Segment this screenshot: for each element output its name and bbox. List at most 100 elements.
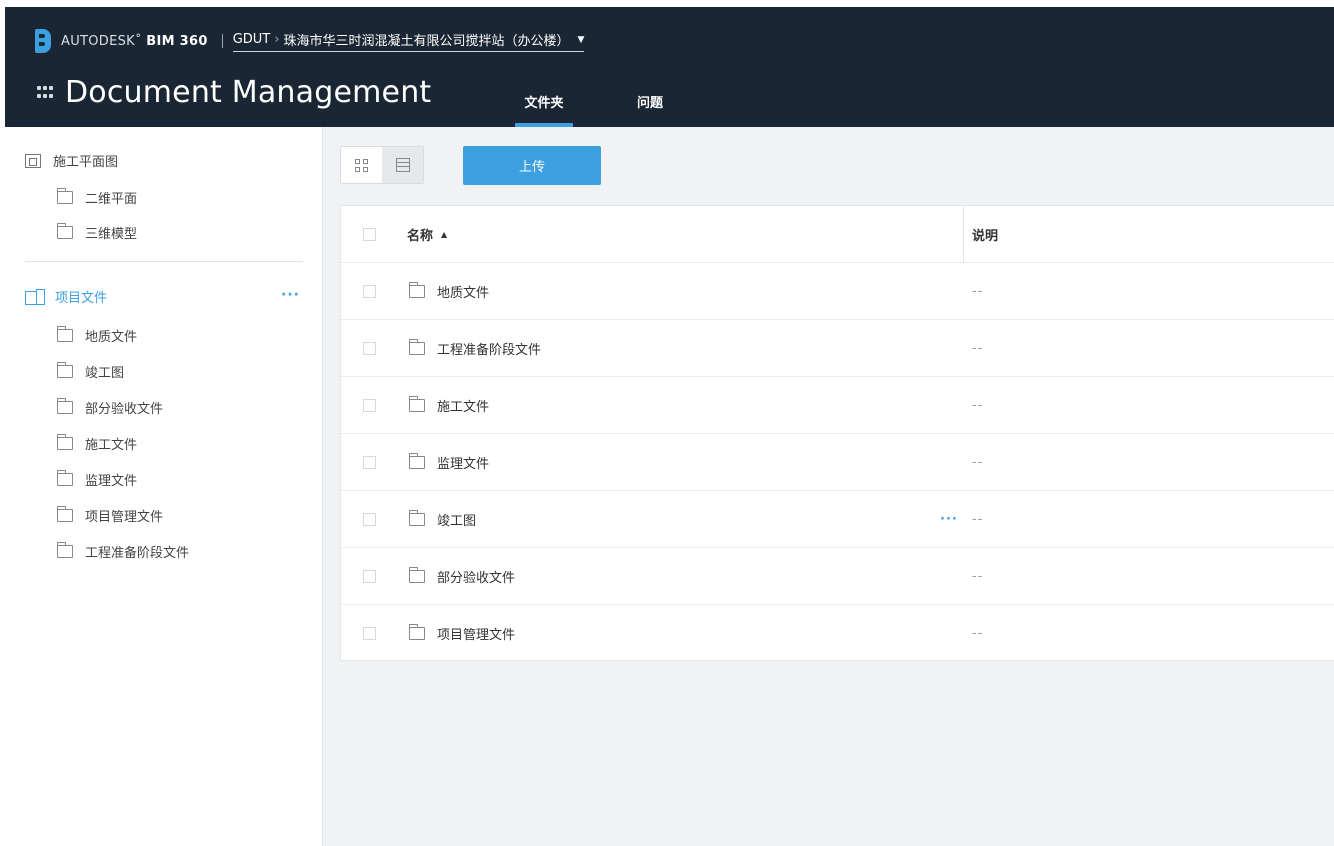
app-title: Document Management [65,75,432,110]
folder-icon [57,470,73,486]
row-checkbox[interactable] [363,569,376,583]
brand-divider [221,34,223,48]
row-name[interactable]: 竣工图 [409,509,476,529]
tree-item-label: 竣工图 [85,366,125,381]
brand-mark: ˚ [134,33,142,49]
table-row[interactable]: 工程准备阶段文件 -- [341,320,1334,377]
sheet-icon [25,153,41,168]
breadcrumb-account[interactable]: GDUT [233,32,271,47]
select-all-checkbox[interactable] [363,228,376,241]
tree-item-geology[interactable]: 地质文件 [57,326,137,345]
folder-icon [57,223,73,239]
row-name[interactable]: 监理文件 [409,452,490,472]
row-name[interactable]: 项目管理文件 [409,624,515,643]
table-row[interactable]: 地质文件 -- [341,263,1334,320]
row-checkbox[interactable] [363,455,376,469]
row-checkbox[interactable] [363,341,376,355]
table-row[interactable]: 竣工图 ··· -- [341,491,1334,548]
column-header-name[interactable]: 名称 ▲ [407,225,447,244]
brand-prefix: AUTODESK [61,33,135,49]
tree-item-supervision[interactable]: 监理文件 [57,470,137,489]
table-row[interactable]: 施工文件 -- [341,377,1334,434]
app-menu-grid-icon[interactable] [37,85,55,100]
tile-view-button[interactable] [341,147,382,183]
row-checkbox[interactable] [363,398,376,412]
column-divider[interactable] [963,206,964,263]
tree-item-3d-models[interactable]: 三维模型 [57,223,137,242]
brand-row: AUTODESK˚ BIM 360 GDUT › 珠海市华三时润混凝土有限公司搅… [35,27,585,55]
tree-root-plans[interactable]: 施工平面图 [25,151,118,170]
tab-folders[interactable]: 文件夹 [515,85,573,127]
row-description: -- [972,511,984,527]
row-description: -- [972,283,984,299]
sort-ascending-icon[interactable]: ▲ [441,230,447,239]
tree-item-label: 监理文件 [85,474,138,489]
tab-issues[interactable]: 问题 [621,85,679,127]
bim360-logo-icon[interactable] [35,29,51,53]
tree-item-label: 施工文件 [85,438,138,453]
folder-icon [409,566,425,583]
tree-item-construction[interactable]: 施工文件 [57,434,137,453]
tree-item-project-management[interactable]: 项目管理文件 [57,506,163,525]
folder-icon [57,398,73,414]
tree-item-as-built[interactable]: 竣工图 [57,362,124,381]
tree-item-label: 二维平面 [85,192,138,207]
row-name-label: 部分验收文件 [437,570,516,586]
row-name[interactable]: 部分验收文件 [409,566,516,586]
top-header: AUTODESK˚ BIM 360 GDUT › 珠海市华三时润混凝土有限公司搅… [5,7,1334,127]
list-view-button[interactable] [382,147,423,183]
row-name[interactable]: 工程准备阶段文件 [409,338,542,358]
folder-icon [57,542,73,558]
breadcrumb-project[interactable]: 珠海市华三时润混凝土有限公司搅拌站（办公楼） [283,30,569,49]
row-name-label: 工程准备阶段文件 [437,342,542,358]
table-header-row: 名称 ▲ 说明 [341,206,1334,263]
row-description: -- [972,626,984,641]
tree-item-preparation[interactable]: 工程准备阶段文件 [57,542,189,561]
column-header-description[interactable]: 说明 [972,225,998,244]
row-checkbox[interactable] [363,627,376,640]
view-toggle [340,146,424,184]
tree-item-label: 项目管理文件 [85,510,164,525]
upload-button[interactable]: 上传 [463,146,601,185]
row-description: -- [972,568,984,584]
sidebar-divider [25,261,303,262]
folder-icon [409,395,425,412]
folder-icon [57,188,73,204]
project-breadcrumb[interactable]: GDUT › 珠海市华三时润混凝土有限公司搅拌站（办公楼） ▼ [232,30,585,52]
row-more-options-icon[interactable]: ··· [940,512,958,527]
table-row[interactable]: 监理文件 -- [341,434,1334,491]
folder-icon [409,624,425,640]
tree-root-project-files[interactable]: 项目文件 [25,287,107,306]
row-description: -- [972,397,984,413]
table-row[interactable]: 项目管理文件 -- [341,605,1334,662]
app-title-row: Document Management [37,75,431,110]
tree-root-label: 项目文件 [55,291,108,306]
table-row[interactable]: 部分验收文件 -- [341,548,1334,605]
folder-icon [57,362,73,378]
brand-name: AUTODESK˚ BIM 360 [61,34,208,49]
main-content: 上传 名称 ▲ 说明 地质文件 -- 工程准备阶段文件 -- 施工文件 -- 监… [323,127,1334,846]
tree-item-label: 三维模型 [85,227,138,242]
folder-table: 名称 ▲ 说明 地质文件 -- 工程准备阶段文件 -- 施工文件 -- 监理文件… [340,205,1334,661]
row-checkbox[interactable] [363,284,376,298]
folder-icon [409,338,425,355]
row-name-label: 施工文件 [437,399,490,415]
row-name-label: 项目管理文件 [437,628,516,643]
tree-item-label: 部分验收文件 [85,402,164,417]
row-name-label: 地质文件 [437,285,490,301]
folder-icon [409,281,425,298]
chevron-down-icon[interactable]: ▼ [577,35,584,45]
tree-item-partial-acceptance[interactable]: 部分验收文件 [57,398,163,417]
row-checkbox[interactable] [363,512,376,526]
tiles-grid-icon [355,158,368,172]
more-options-icon[interactable]: ··· [281,287,300,303]
row-name[interactable]: 地质文件 [409,281,490,301]
tree-item-label: 地质文件 [85,330,138,345]
row-name-label: 监理文件 [437,456,490,472]
row-description: -- [972,454,984,470]
tree-item-2d-plans[interactable]: 二维平面 [57,188,137,207]
tree-root-label: 施工平面图 [53,155,119,170]
column-header-name-label: 名称 [407,228,434,244]
row-name[interactable]: 施工文件 [409,395,490,415]
folder-icon [409,509,425,526]
